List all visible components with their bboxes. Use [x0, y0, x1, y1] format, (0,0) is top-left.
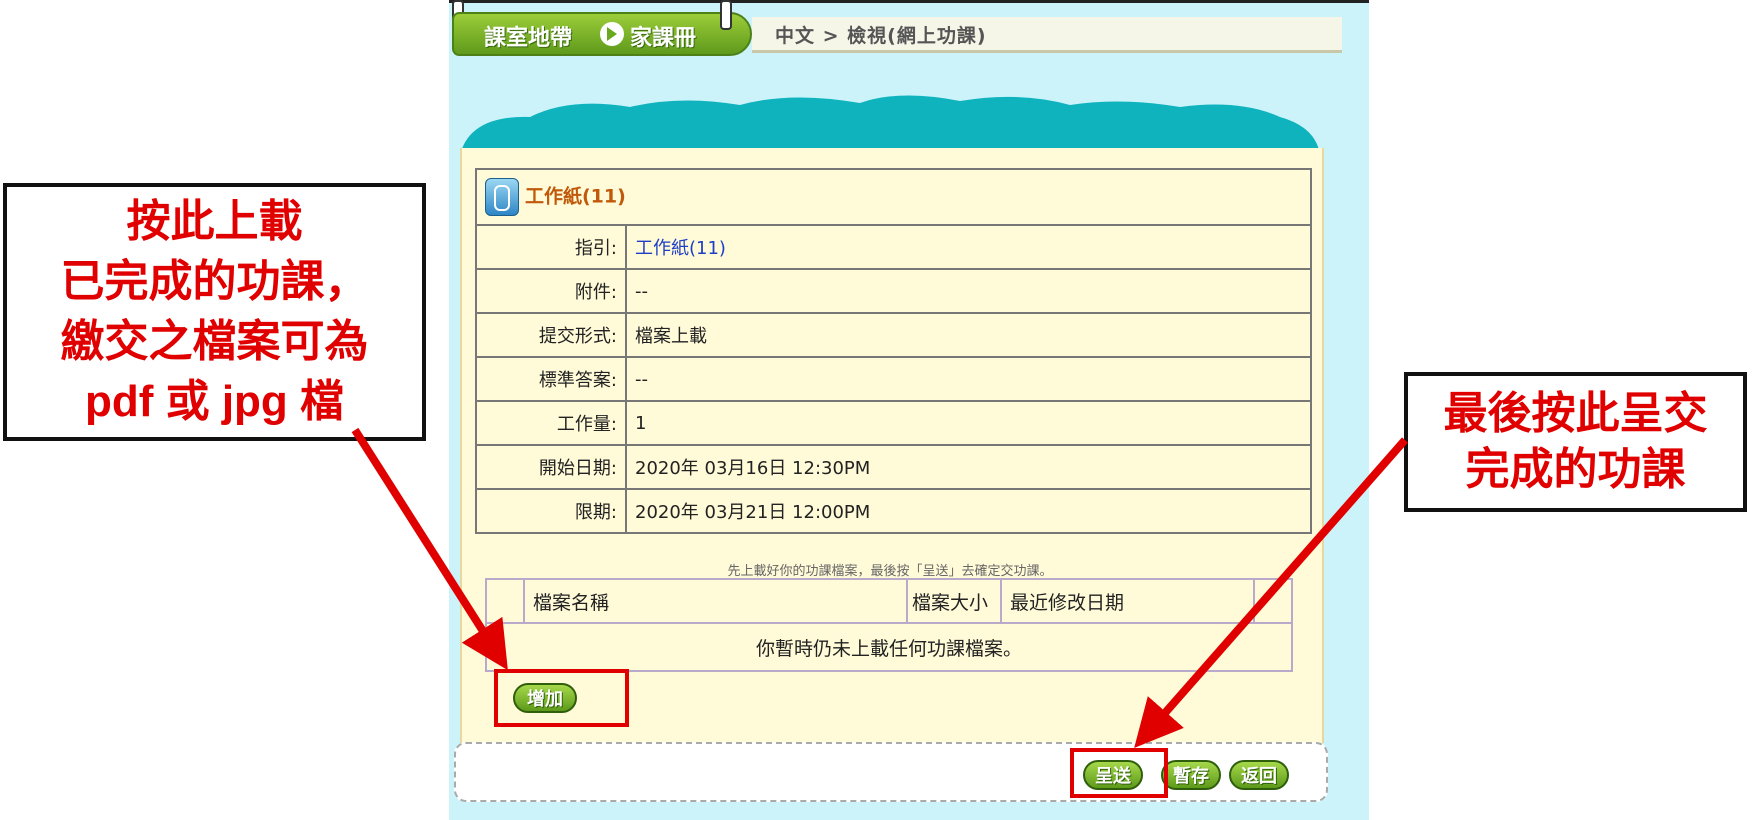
arrow-to-add-button [351, 427, 508, 671]
annotation-arrows [351, 427, 1409, 749]
arrow-to-submit-button [1134, 437, 1409, 749]
